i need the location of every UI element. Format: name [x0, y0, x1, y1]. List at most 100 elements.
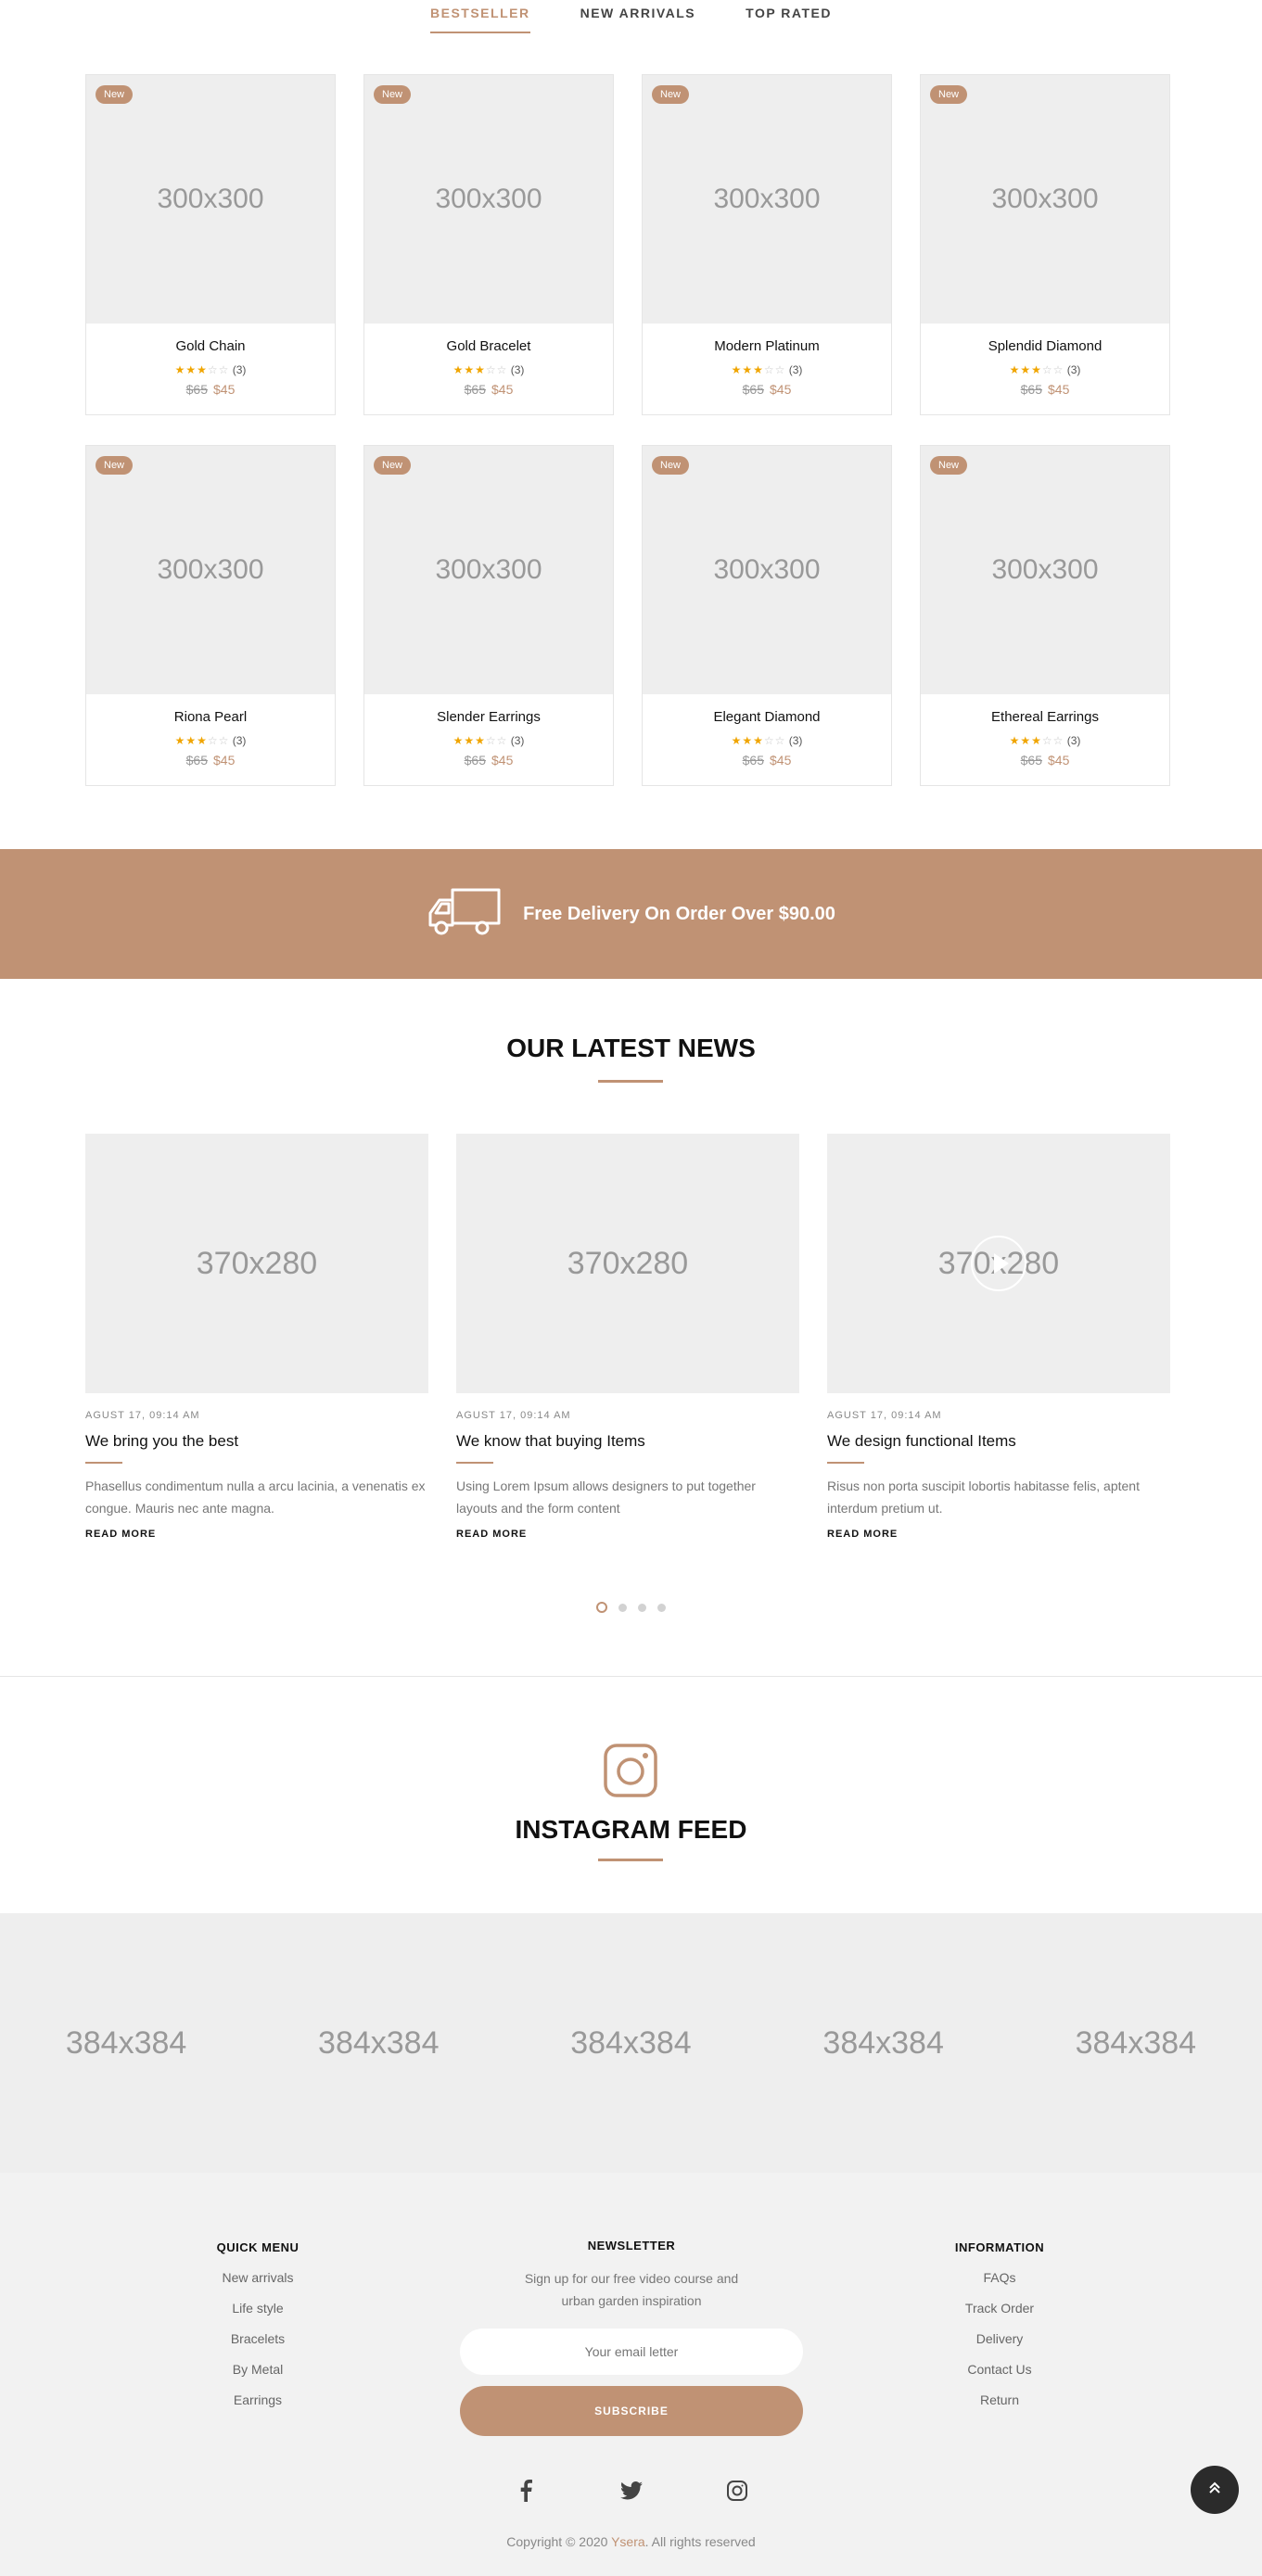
newsletter-email-input[interactable]: [460, 2329, 803, 2375]
instagram-image[interactable]: 384x384: [570, 2025, 691, 2062]
product-card[interactable]: New 300x300 Gold Bracelet ★★★☆☆ (3) $65 $45: [363, 74, 614, 415]
news-image[interactable]: 370x280: [827, 1134, 1170, 1393]
product-name[interactable]: Riona Pearl: [86, 709, 335, 725]
read-more-link[interactable]: READ MORE: [827, 1529, 1170, 1540]
footer-link-bracelets[interactable]: Bracelets: [165, 2331, 351, 2346]
footer-link-new-arrivals[interactable]: New arrivals: [165, 2270, 351, 2285]
product-image[interactable]: New 300x300: [643, 446, 891, 694]
footer-link-earrings[interactable]: Earrings: [165, 2392, 351, 2407]
play-icon[interactable]: [971, 1236, 1026, 1291]
star-empty-icon: ☆: [774, 734, 786, 747]
review-count: (3): [1066, 363, 1081, 376]
news-card: 370x280 AGUST 17, 09:14 AM We bring you th…: [85, 1134, 428, 1540]
product-card[interactable]: New 300x300 Riona Pearl ★★★☆☆ (3) $65 $45: [85, 445, 336, 786]
product-info: Elegant Diamond ★★★☆☆ (3) $65 $45: [643, 694, 891, 768]
review-count: (3): [510, 734, 525, 747]
product-info: Splendid Diamond ★★★☆☆ (3) $65 $45: [921, 324, 1169, 397]
news-image[interactable]: 370x280: [456, 1134, 799, 1393]
footer-link-faqs[interactable]: FAQs: [907, 2270, 1092, 2285]
footer-link-return[interactable]: Return: [907, 2392, 1092, 2407]
carousel-dot-2[interactable]: [618, 1603, 627, 1612]
instagram-icon[interactable]: [723, 2477, 751, 2505]
product-price: $65 $45: [921, 753, 1169, 768]
tab-new-arrivals[interactable]: NEW ARRIVALS: [580, 0, 696, 33]
news-title-underline: [85, 1462, 122, 1464]
product-image[interactable]: New 300x300: [364, 446, 613, 694]
footer-link-track-order[interactable]: Track Order: [907, 2301, 1092, 2316]
twitter-icon[interactable]: [618, 2477, 645, 2505]
tab-top-rated[interactable]: TOP RATED: [746, 0, 832, 33]
product-name[interactable]: Gold Bracelet: [364, 338, 613, 354]
product-name[interactable]: Splendid Diamond: [921, 338, 1169, 354]
star-filled-icon: ★: [1020, 363, 1032, 376]
news-section-title: OUR LATEST NEWS: [506, 1034, 756, 1062]
product-image[interactable]: New 300x300: [86, 75, 335, 324]
footer-link-life-style[interactable]: Life style: [165, 2301, 351, 2316]
product-name[interactable]: Gold Chain: [86, 338, 335, 354]
carousel-dot-3[interactable]: [638, 1603, 646, 1612]
brand-link[interactable]: Ysera: [611, 2534, 645, 2549]
news-date: AGUST 17, 09:14 AM: [85, 1410, 200, 1421]
news-title[interactable]: We design functional Items: [827, 1432, 1170, 1451]
new-badge: New: [930, 85, 968, 104]
carousel-dot-1[interactable]: [596, 1602, 607, 1613]
sale-price: $45: [1048, 753, 1070, 768]
product-price: $65 $45: [643, 753, 891, 768]
rating-stars: ★★★☆☆: [453, 363, 508, 376]
instagram-image[interactable]: 384x384: [1076, 2025, 1196, 2062]
instagram-image[interactable]: 384x384: [66, 2025, 186, 2062]
scroll-to-top-button[interactable]: [1191, 2466, 1239, 2514]
tab-bestseller[interactable]: BESTSELLER: [430, 0, 530, 33]
instagram-image[interactable]: 384x384: [318, 2025, 439, 2062]
footer-link-by-metal[interactable]: By Metal: [165, 2362, 351, 2377]
review-count: (3): [232, 363, 247, 376]
product-card[interactable]: New 300x300 Splendid Diamond ★★★☆☆ (3) $65 $4…: [920, 74, 1170, 415]
product-price: $65 $45: [364, 382, 613, 397]
new-badge: New: [930, 456, 968, 475]
social-links: [0, 2477, 1262, 2505]
instagram-image[interactable]: 384x384: [822, 2025, 943, 2062]
product-image-placeholder: 300x300: [713, 184, 821, 214]
product-name[interactable]: Elegant Diamond: [643, 709, 891, 725]
star-filled-icon: ★: [1020, 734, 1032, 747]
product-card[interactable]: New 300x300 Ethereal Earrings ★★★☆☆ (3) $65 $…: [920, 445, 1170, 786]
product-card[interactable]: New 300x300 Gold Chain ★★★☆☆ (3) $65 $45: [85, 74, 336, 415]
news-card: 370x280 AGUST 17, 09:14 AM We design funct…: [827, 1134, 1170, 1540]
read-more-link[interactable]: READ MORE: [85, 1529, 428, 1540]
news-date: AGUST 17, 09:14 AM: [456, 1410, 571, 1421]
product-image[interactable]: New 300x300: [86, 446, 335, 694]
facebook-icon[interactable]: [512, 2477, 540, 2505]
news-title[interactable]: We bring you the best: [85, 1432, 428, 1451]
product-card[interactable]: New 300x300 Modern Platinum ★★★☆☆ (3) $65 $45: [642, 74, 892, 415]
product-name[interactable]: Slender Earrings: [364, 709, 613, 725]
product-image[interactable]: New 300x300: [921, 446, 1169, 694]
sale-price: $45: [770, 382, 792, 397]
product-card[interactable]: New 300x300 Elegant Diamond ★★★☆☆ (3) $65 $45: [642, 445, 892, 786]
old-price: $65: [185, 382, 208, 397]
newsletter-description: Sign up for our free video course and ur…: [457, 2267, 806, 2312]
news-title[interactable]: We know that buying Items: [456, 1432, 799, 1451]
old-price: $65: [1020, 382, 1042, 397]
product-name[interactable]: Modern Platinum: [643, 338, 891, 354]
star-filled-icon: ★: [475, 363, 486, 376]
star-filled-icon: ★: [475, 734, 486, 747]
news-image[interactable]: 370x280: [85, 1134, 428, 1393]
product-info: Gold Bracelet ★★★☆☆ (3) $65 $45: [364, 324, 613, 397]
product-card[interactable]: New 300x300 Slender Earrings ★★★☆☆ (3) $65 $4…: [363, 445, 614, 786]
product-info: Ethereal Earrings ★★★☆☆ (3) $65 $45: [921, 694, 1169, 768]
footer-link-contact-us[interactable]: Contact Us: [907, 2362, 1092, 2377]
footer-link-delivery[interactable]: Delivery: [907, 2331, 1092, 2346]
product-image[interactable]: New 300x300: [921, 75, 1169, 324]
subscribe-button[interactable]: SUBSCRIBE: [460, 2386, 803, 2436]
product-image-placeholder: 300x300: [991, 554, 1099, 585]
product-image[interactable]: New 300x300: [643, 75, 891, 324]
instagram-logo-icon: [603, 1743, 658, 1803]
old-price: $65: [742, 382, 764, 397]
sale-price: $45: [491, 753, 514, 768]
product-name[interactable]: Ethereal Earrings: [921, 709, 1169, 725]
product-image[interactable]: New 300x300: [364, 75, 613, 324]
read-more-link[interactable]: READ MORE: [456, 1529, 799, 1540]
sale-price: $45: [213, 382, 236, 397]
free-delivery-text: Free Delivery On Order Over $90.00: [523, 903, 835, 924]
carousel-dot-4[interactable]: [657, 1603, 666, 1612]
